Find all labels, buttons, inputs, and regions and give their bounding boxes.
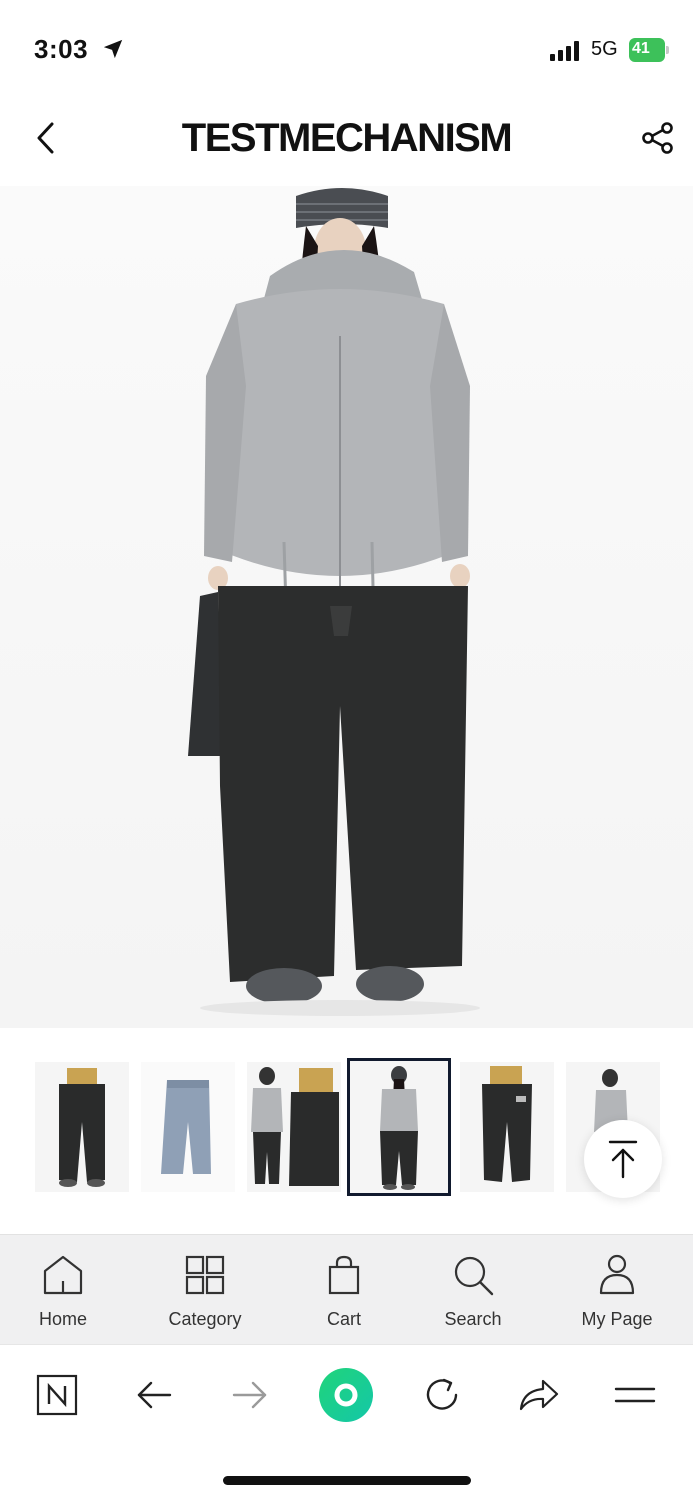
thumbnail-active[interactable] — [347, 1058, 451, 1196]
reload-button[interactable] — [414, 1367, 470, 1423]
home-indicator[interactable] — [223, 1476, 471, 1485]
share-page-button[interactable] — [510, 1367, 566, 1423]
menu-icon — [614, 1387, 656, 1403]
green-dot-button[interactable] — [318, 1367, 374, 1423]
naver-button[interactable] — [29, 1367, 85, 1423]
browser-back-button[interactable] — [126, 1367, 182, 1423]
green-dot-icon — [319, 1368, 373, 1422]
nav-category-label: Category — [168, 1309, 242, 1329]
browser-menu-button[interactable] — [607, 1367, 663, 1423]
scroll-to-top-button[interactable] — [584, 1120, 662, 1198]
nav-cart-label: Cart — [326, 1309, 361, 1329]
network-type: 5G — [591, 38, 618, 60]
product-main-image[interactable] — [0, 186, 693, 1028]
location-arrow-icon — [103, 39, 123, 59]
arrow-up-to-line-icon — [608, 1140, 638, 1179]
share-nodes-icon — [642, 122, 673, 154]
share-button[interactable] — [638, 118, 678, 158]
share-arrow-icon — [519, 1379, 559, 1411]
refresh-icon — [426, 1378, 458, 1410]
nav-search-label: Search — [444, 1309, 502, 1329]
search-icon — [454, 1256, 494, 1296]
status-bar: 3:03 5G 41 — [0, 0, 693, 100]
nav-cart[interactable]: Cart — [289, 1253, 399, 1333]
thumbnail[interactable] — [35, 1062, 129, 1192]
nav-search[interactable]: Search — [418, 1253, 528, 1333]
model-illustration — [188, 188, 480, 1016]
naver-logo-icon — [36, 1374, 78, 1416]
thumbnail[interactable] — [141, 1062, 235, 1192]
nav-category[interactable]: Category — [150, 1253, 260, 1333]
battery-icon: 41 — [629, 38, 669, 62]
brand-title: TESTMECHANISM — [181, 116, 513, 160]
nav-my-page-label: My Page — [581, 1309, 653, 1329]
back-arrow-icon — [137, 1381, 172, 1409]
app-header: TESTMECHANISM — [0, 100, 693, 186]
thumbnail[interactable] — [460, 1062, 554, 1192]
nav-my-page[interactable]: My Page — [562, 1253, 672, 1333]
thumbnail[interactable] — [247, 1062, 341, 1192]
nav-home-label: Home — [38, 1309, 87, 1329]
signal-bars-icon — [550, 41, 579, 61]
forward-arrow-icon — [232, 1381, 267, 1409]
grid-icon — [185, 1255, 225, 1295]
thumbnail-strip — [0, 1042, 693, 1212]
bottom-nav: Home Category Cart Search My Page — [0, 1234, 693, 1344]
battery-level: 41 — [632, 40, 650, 57]
bag-icon — [328, 1255, 360, 1295]
status-time: 3:03 — [34, 34, 89, 64]
nav-home[interactable]: Home — [8, 1253, 118, 1333]
person-icon — [599, 1254, 635, 1295]
browser-forward-button[interactable] — [222, 1367, 278, 1423]
home-icon — [43, 1255, 83, 1295]
